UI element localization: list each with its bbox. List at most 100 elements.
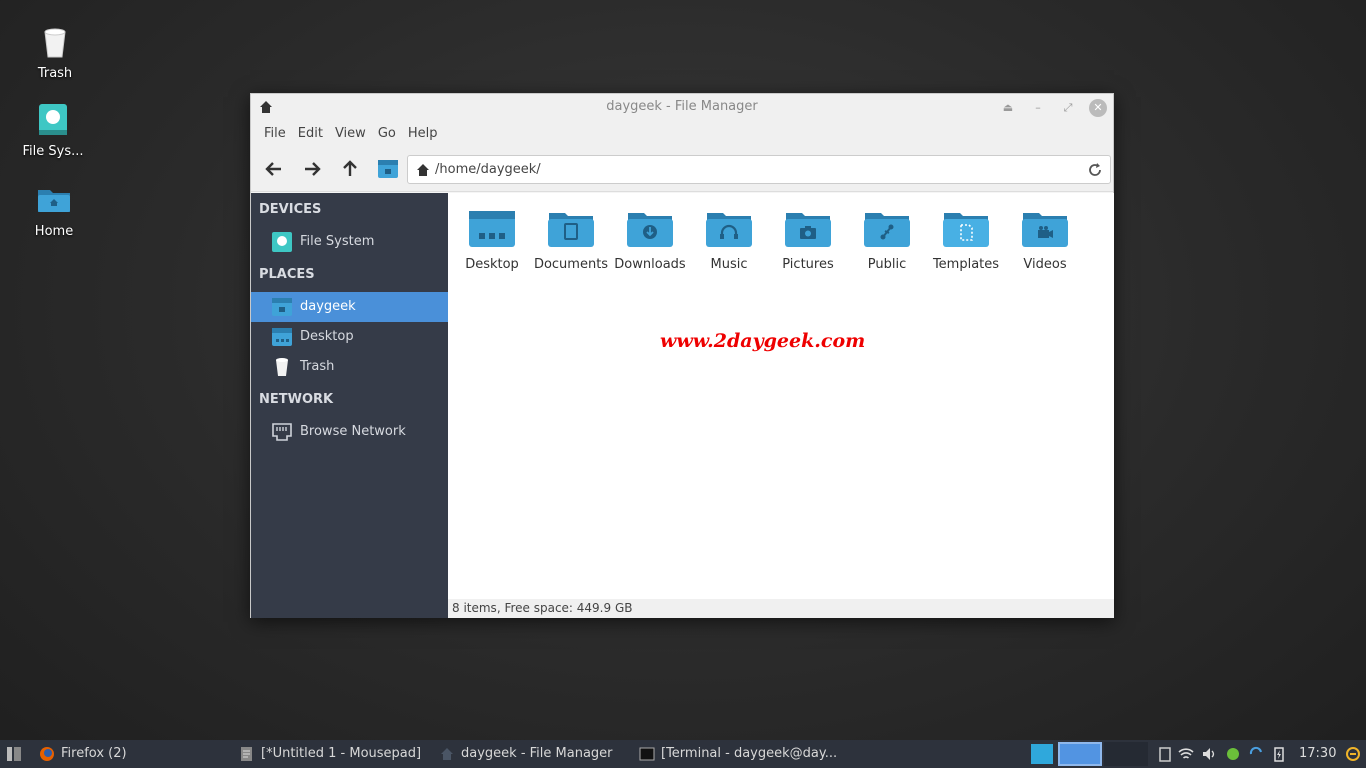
status-bar: 8 items, Free space: 449.9 GB xyxy=(448,599,1114,618)
battery-icon[interactable] xyxy=(1271,746,1287,762)
task-label: daygeek - File Manager xyxy=(461,746,613,761)
menu-edit[interactable]: Edit xyxy=(292,122,329,146)
window-title: daygeek - File Manager xyxy=(606,99,758,114)
menu-view[interactable]: View xyxy=(329,122,372,146)
sidebar-item-desktop[interactable]: Desktop xyxy=(251,322,448,352)
network-icon xyxy=(272,423,292,441)
downloads-folder-icon xyxy=(627,213,673,247)
maximize-button[interactable]: ⤢ xyxy=(1059,99,1077,117)
sidebar-item-label: Desktop xyxy=(300,329,354,344)
task-terminal[interactable]: [Terminal - daygeek@day... xyxy=(639,740,837,768)
wifi-icon[interactable] xyxy=(1178,746,1194,762)
folder-label: Public xyxy=(867,257,907,272)
folder-label: Templates xyxy=(932,257,1000,272)
sidebar-header-network: NETWORK xyxy=(259,392,334,407)
trash-icon xyxy=(44,28,66,58)
sidebar-item-daygeek[interactable]: daygeek xyxy=(251,292,448,322)
sidebar-item-trash[interactable]: Trash xyxy=(251,352,448,382)
terminal-icon xyxy=(639,747,655,761)
location-path: /home/daygeek/ xyxy=(435,162,541,177)
file-manager-window: daygeek - File Manager ⏏ – ⤢ ✕ File Edit… xyxy=(250,93,1114,618)
back-arrow-icon[interactable] xyxy=(264,159,284,179)
folder-label: Documents xyxy=(533,257,609,272)
folder-item-templates[interactable]: Templates xyxy=(926,209,1006,272)
music-folder-icon xyxy=(706,213,752,247)
title-bar[interactable]: daygeek - File Manager ⏏ – ⤢ ✕ xyxy=(251,94,1113,122)
task-label: [Terminal - daygeek@day... xyxy=(661,746,838,761)
folder-label: Downloads xyxy=(614,257,686,272)
sidebar-item-browse-network[interactable]: Browse Network xyxy=(251,417,448,447)
documents-folder-icon xyxy=(548,213,594,247)
desktop-icon-home[interactable]: Home xyxy=(9,182,99,239)
show-desktop-icon[interactable] xyxy=(6,746,22,762)
folder-label: Pictures xyxy=(782,257,834,272)
sidebar: DEVICES File System PLACES daygeek Deskt… xyxy=(251,193,448,618)
home-folder-icon[interactable] xyxy=(377,158,399,180)
desktop-icon-label: Trash xyxy=(37,66,73,81)
task-label: Firefox (2) xyxy=(61,746,127,761)
clock[interactable]: 17:30 xyxy=(1299,740,1336,768)
sidebar-item-label: daygeek xyxy=(300,299,356,314)
drive-icon xyxy=(39,104,67,135)
folder-item-desktop[interactable]: Desktop xyxy=(452,209,532,272)
sidebar-header-devices: DEVICES xyxy=(259,202,322,217)
trash-icon xyxy=(276,358,288,376)
workspace-1[interactable] xyxy=(1031,744,1053,764)
desktop-icon-label: Home xyxy=(34,224,74,239)
folder-label: Desktop xyxy=(465,257,519,272)
menu-go[interactable]: Go xyxy=(372,122,402,146)
menu-help[interactable]: Help xyxy=(402,122,444,146)
watermark-text: www.2daygeek.com xyxy=(660,330,866,352)
folder-label: Music xyxy=(710,257,748,272)
desktop-folder-icon xyxy=(469,211,515,247)
videos-folder-icon xyxy=(1022,213,1068,247)
home-folder-icon xyxy=(272,298,292,316)
folder-item-music[interactable]: Music xyxy=(689,209,769,272)
templates-folder-icon xyxy=(943,213,989,247)
task-mousepad[interactable]: [*Untitled 1 - Mousepad] xyxy=(239,740,429,768)
folder-item-downloads[interactable]: Downloads xyxy=(610,209,690,272)
sidebar-header-places: PLACES xyxy=(259,267,315,282)
sidebar-item-label: Trash xyxy=(300,359,335,374)
refresh-icon[interactable] xyxy=(1087,162,1103,178)
location-bar[interactable]: /home/daygeek/ xyxy=(407,155,1111,184)
desktop-folder-icon xyxy=(272,328,292,346)
folder-item-pictures[interactable]: Pictures xyxy=(768,209,848,272)
sync-icon[interactable] xyxy=(1248,746,1264,762)
task-firefox[interactable]: Firefox (2) xyxy=(39,740,229,768)
sidebar-item-label: Browse Network xyxy=(300,424,406,439)
public-folder-icon xyxy=(864,213,910,247)
file-view[interactable]: Desktop Documents Downloads Music Pictur… xyxy=(448,193,1114,599)
toolbar: /home/daygeek/ xyxy=(251,146,1113,192)
text-editor-icon xyxy=(241,747,252,761)
close-button[interactable]: ✕ xyxy=(1089,99,1107,117)
desktop-icon-file-system[interactable]: File Sys... xyxy=(8,102,98,159)
menu-bar: File Edit View Go Help xyxy=(251,122,1113,146)
home-folder-icon xyxy=(38,190,70,212)
clipboard-icon[interactable] xyxy=(1157,746,1173,762)
drive-icon xyxy=(272,232,292,252)
folder-item-public[interactable]: Public xyxy=(847,209,927,272)
volume-icon[interactable] xyxy=(1201,746,1217,762)
sidebar-item-label: File System xyxy=(300,234,375,249)
workspace-3[interactable] xyxy=(1104,742,1148,766)
desktop-icon-trash[interactable]: Trash xyxy=(10,24,100,81)
sidebar-item-file-system[interactable]: File System xyxy=(251,227,448,257)
power-icon[interactable] xyxy=(1345,746,1361,762)
home-icon xyxy=(417,164,429,176)
up-arrow-icon[interactable] xyxy=(340,159,360,179)
folder-item-documents[interactable]: Documents xyxy=(531,209,611,272)
pictures-folder-icon xyxy=(785,213,831,247)
workspace-2[interactable] xyxy=(1058,742,1102,766)
minimize-button[interactable]: – xyxy=(1029,99,1047,117)
task-file-manager[interactable]: daygeek - File Manager xyxy=(439,740,629,768)
folder-item-videos[interactable]: Videos xyxy=(1005,209,1085,272)
folder-label: Videos xyxy=(1023,257,1067,272)
desktop-icon-label: File Sys... xyxy=(22,144,84,159)
update-icon[interactable] xyxy=(1225,746,1241,762)
menu-file[interactable]: File xyxy=(258,122,292,146)
shade-button[interactable]: ⏏ xyxy=(999,99,1017,117)
home-icon xyxy=(441,748,453,760)
forward-arrow-icon[interactable] xyxy=(302,159,322,179)
home-icon xyxy=(260,101,272,113)
